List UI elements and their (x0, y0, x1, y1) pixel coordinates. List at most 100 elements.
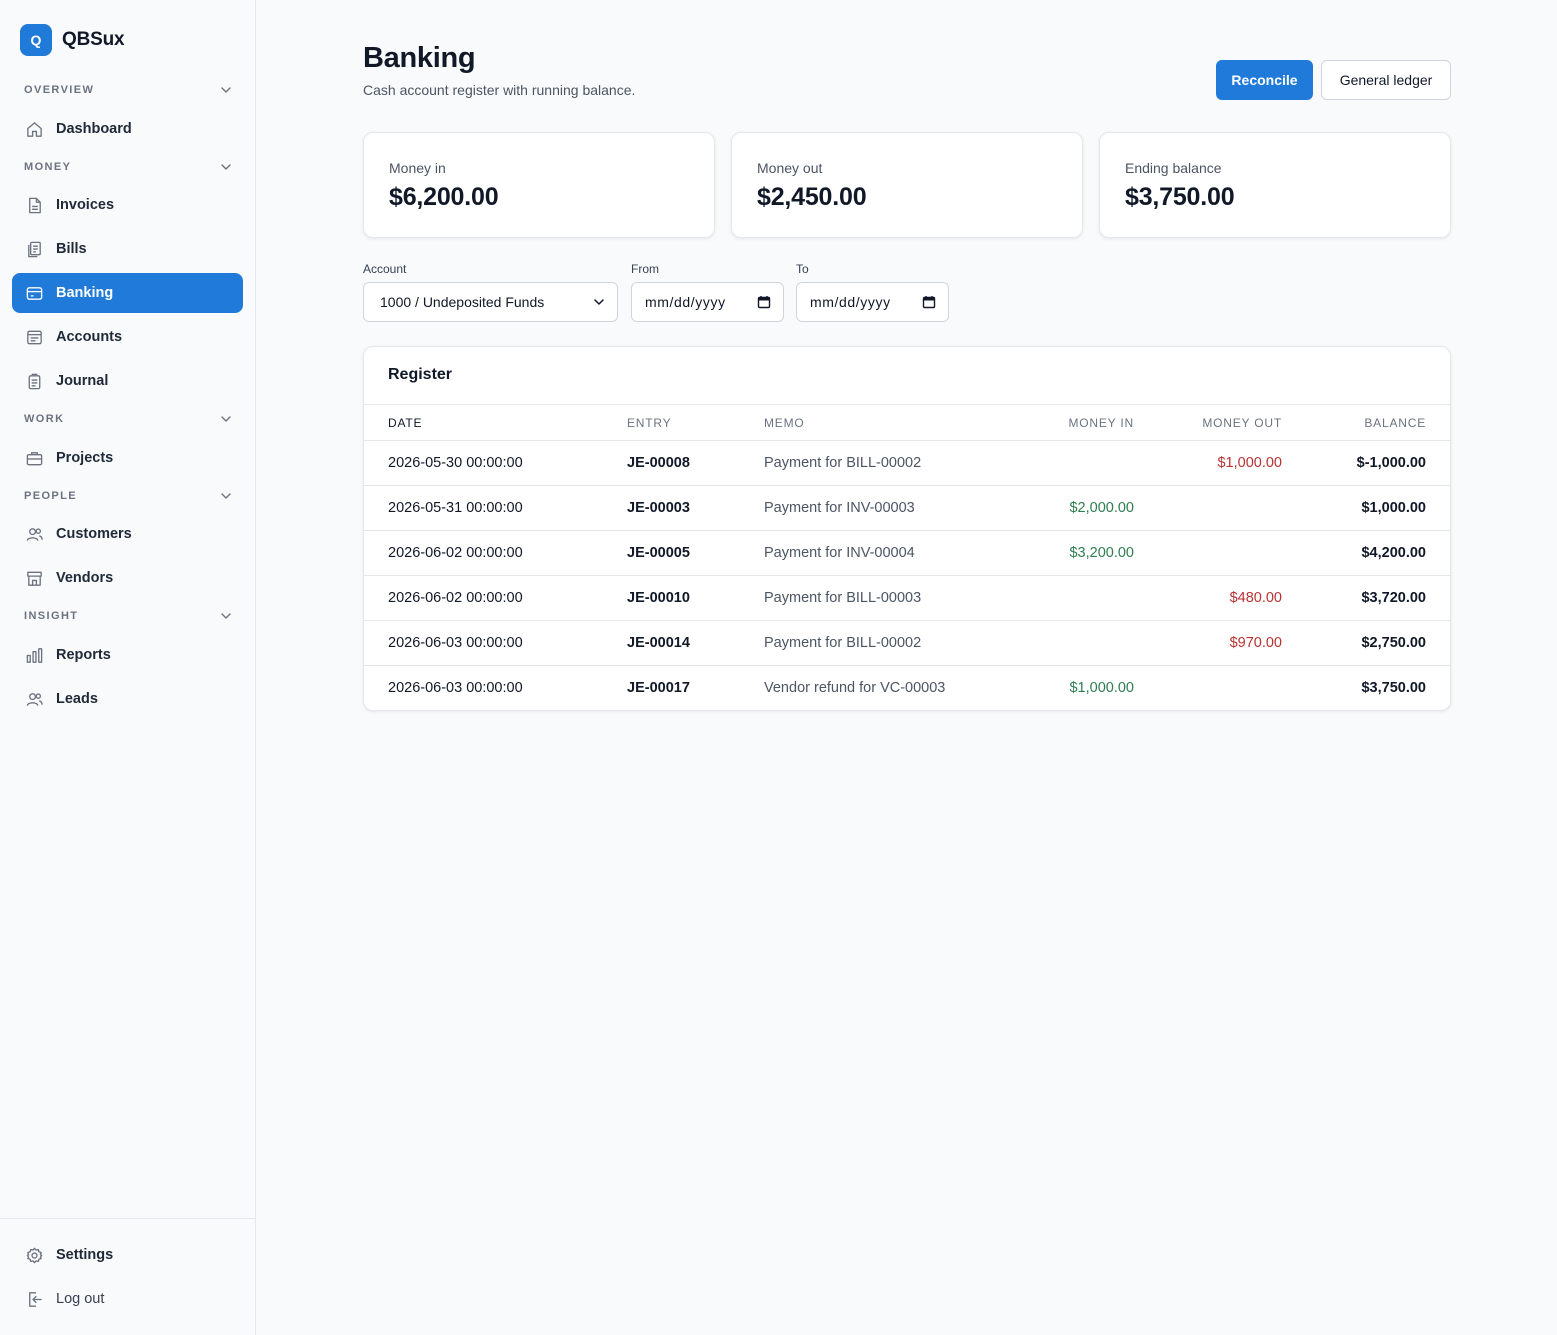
cell-memo: Payment for BILL-00003 (764, 590, 922, 606)
cell-date: 2026-06-02 00:00:00 (388, 590, 523, 606)
sidebar-item-label: Banking (56, 285, 114, 301)
cell-date: 2026-06-03 00:00:00 (388, 635, 523, 651)
stat-card-money-out: Money out $2,450.00 (731, 132, 1083, 238)
sidebar-item-label: Vendors (56, 570, 114, 586)
cell-balance: $3,750.00 (1361, 680, 1426, 696)
stat-label: Money in (389, 160, 446, 176)
table-row[interactable]: 2026-05-31 00:00:00 JE-00003 Payment for… (364, 486, 1450, 531)
briefcase-icon (24, 448, 44, 468)
from-date-input[interactable]: mm/dd/yyyy (631, 282, 784, 322)
sidebar-item-reports[interactable]: Reports (12, 635, 243, 675)
cell-date: 2026-06-02 00:00:00 (388, 545, 523, 561)
table-row[interactable]: 2026-06-02 00:00:00 JE-00005 Payment for… (364, 531, 1450, 576)
sidebar-item-logout[interactable]: Log out (12, 1279, 243, 1319)
chevron-down-icon (594, 299, 604, 305)
stat-value: $3,750.00 (1125, 183, 1235, 211)
sidebar: Q QBSux OVERVIEW Dashboard MONEY Invoice… (0, 0, 256, 1335)
calendar-icon[interactable] (757, 295, 771, 309)
stat-label: Money out (757, 160, 823, 176)
sidebar-item-label: Bills (56, 241, 87, 257)
section-money[interactable]: MONEY (24, 157, 232, 177)
section-insight[interactable]: INSIGHT (24, 606, 232, 626)
cell-entry[interactable]: JE-00014 (627, 635, 690, 651)
cell-entry[interactable]: JE-00017 (627, 680, 690, 696)
table-row[interactable]: 2026-06-03 00:00:00 JE-00014 Payment for… (364, 621, 1450, 666)
sidebar-item-projects[interactable]: Projects (12, 438, 243, 478)
page-subtitle: Cash account register with running balan… (363, 82, 636, 98)
cell-money-out: $970.00 (1229, 635, 1282, 651)
column-header-memo[interactable]: MEMO (764, 416, 805, 430)
cell-balance: $-1,000.00 (1356, 455, 1426, 471)
to-date-input[interactable]: mm/dd/yyyy (796, 282, 949, 322)
cell-balance: $3,720.00 (1361, 590, 1426, 606)
cell-memo: Payment for BILL-00002 (764, 455, 922, 471)
section-label: MONEY (24, 161, 72, 173)
sidebar-item-bills[interactable]: Bills (12, 229, 243, 269)
column-header-balance[interactable]: BALANCE (1364, 416, 1426, 430)
section-work[interactable]: WORK (24, 409, 232, 429)
reconcile-button[interactable]: Reconcile (1216, 60, 1313, 100)
stat-value: $2,450.00 (757, 183, 867, 211)
sidebar-item-vendors[interactable]: Vendors (12, 558, 243, 598)
from-label: From (631, 262, 659, 276)
general-ledger-button[interactable]: General ledger (1321, 60, 1451, 100)
sidebar-item-label: Log out (56, 1291, 105, 1307)
cell-money-out: $1,000.00 (1217, 455, 1282, 471)
account-select[interactable]: 1000 / Undeposited Funds (363, 282, 618, 322)
sidebar-item-label: Reports (56, 647, 111, 663)
page-title: Banking (363, 42, 476, 74)
to-date-placeholder: mm/dd/yyyy (810, 294, 891, 310)
sidebar-item-accounts[interactable]: Accounts (12, 317, 243, 357)
cell-entry[interactable]: JE-00003 (627, 500, 690, 516)
home-icon (24, 119, 44, 139)
sidebar-item-journal[interactable]: Journal (12, 361, 243, 401)
sidebar-item-leads[interactable]: Leads (12, 679, 243, 719)
chevron-down-icon (221, 164, 231, 170)
users-icon (24, 689, 44, 709)
cell-memo: Payment for INV-00004 (764, 545, 915, 561)
section-people[interactable]: PEOPLE (24, 486, 232, 506)
sidebar-item-label: Customers (56, 526, 132, 542)
column-header-date[interactable]: DATE (388, 416, 422, 430)
cell-money-in: $2,000.00 (1069, 500, 1134, 516)
sidebar-item-label: Leads (56, 691, 98, 707)
calendar-icon[interactable] (922, 295, 936, 309)
cell-date: 2026-05-31 00:00:00 (388, 500, 523, 516)
brand[interactable]: Q QBSux (20, 24, 125, 56)
gear-icon (24, 1245, 44, 1265)
column-header-money-in[interactable]: MONEY IN (1068, 416, 1134, 430)
account-label: Account (363, 262, 407, 276)
receipt-icon (24, 239, 44, 259)
account-select-value: 1000 / Undeposited Funds (380, 294, 545, 310)
cell-entry[interactable]: JE-00005 (627, 545, 690, 561)
register-header: DATE ENTRY MEMO MONEY IN MONEY OUT BALAN… (364, 404, 1450, 441)
cell-money-out: $480.00 (1229, 590, 1282, 606)
cell-balance: $1,000.00 (1361, 500, 1426, 516)
sidebar-item-label: Projects (56, 450, 114, 466)
to-label: To (796, 262, 809, 276)
column-header-money-out[interactable]: MONEY OUT (1202, 416, 1282, 430)
sidebar-item-settings[interactable]: Settings (12, 1235, 243, 1275)
sidebar-item-banking[interactable]: Banking (12, 273, 243, 313)
cell-date: 2026-06-03 00:00:00 (388, 680, 523, 696)
sidebar-item-label: Accounts (56, 329, 123, 345)
chevron-down-icon (221, 87, 231, 93)
sidebar-item-dashboard[interactable]: Dashboard (12, 109, 243, 149)
section-overview[interactable]: OVERVIEW (24, 80, 232, 100)
cell-entry[interactable]: JE-00010 (627, 590, 690, 606)
cell-entry[interactable]: JE-00008 (627, 455, 690, 471)
chevron-down-icon (221, 613, 231, 619)
section-label: OVERVIEW (24, 84, 95, 96)
sidebar-item-label: Journal (56, 373, 109, 389)
sidebar-item-customers[interactable]: Customers (12, 514, 243, 554)
cell-date: 2026-05-30 00:00:00 (388, 455, 523, 471)
table-row[interactable]: 2026-06-02 00:00:00 JE-00010 Payment for… (364, 576, 1450, 621)
main-content: Banking Cash account register with runni… (256, 0, 1557, 1335)
stat-card-money-in: Money in $6,200.00 (363, 132, 715, 238)
cell-memo: Payment for BILL-00002 (764, 635, 922, 651)
file-icon (24, 195, 44, 215)
column-header-entry[interactable]: ENTRY (627, 416, 671, 430)
table-row[interactable]: 2026-05-30 00:00:00 JE-00008 Payment for… (364, 441, 1450, 486)
table-row[interactable]: 2026-06-03 00:00:00 JE-00017 Vendor refu… (364, 666, 1450, 710)
sidebar-item-invoices[interactable]: Invoices (12, 185, 243, 225)
